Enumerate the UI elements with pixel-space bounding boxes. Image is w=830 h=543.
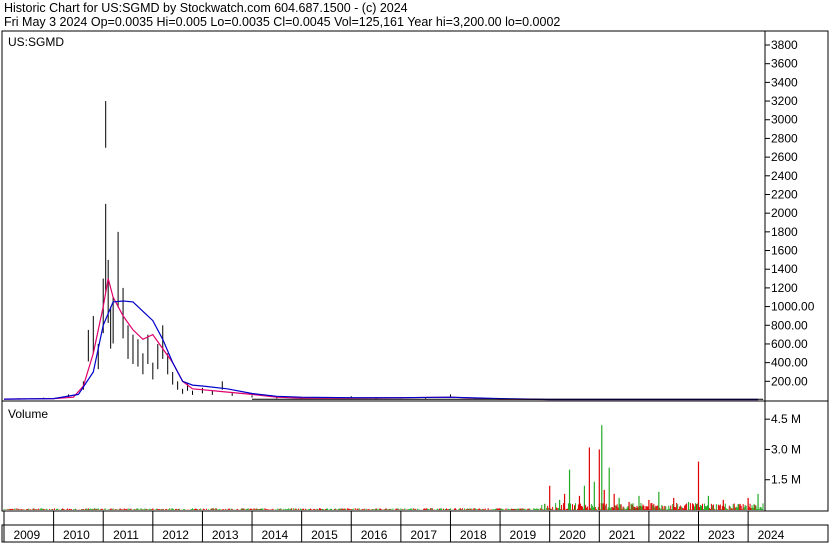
price-y-tick-label: 1000.00 xyxy=(771,300,815,314)
price-panel-frame xyxy=(1,30,829,402)
x-tick-label: 2013 xyxy=(212,528,239,542)
x-tick-label: 2024 xyxy=(758,528,785,542)
x-tick-label: 2014 xyxy=(261,528,288,542)
price-y-tick-label: 2800 xyxy=(771,131,798,145)
x-tick-label: 2020 xyxy=(559,528,586,542)
price-y-tick-label: 1800 xyxy=(771,225,798,239)
long-moving-average-line xyxy=(3,300,758,401)
x-tick-label: 2010 xyxy=(63,528,90,542)
x-tick-label: 2019 xyxy=(510,528,537,542)
x-tick-label: 2009 xyxy=(13,528,40,542)
volume-y-tick-label: 3.0 M xyxy=(771,442,801,456)
volume-y-axis: 4.5 M 3.0 M 1.5 M xyxy=(765,412,801,487)
price-y-axis: 3800 3600 3400 3200 3000 2800 2600 2400 2200 2000… xyxy=(765,38,815,388)
price-y-tick-label: 2000 xyxy=(771,206,798,220)
x-tick-label: 2017 xyxy=(410,528,437,542)
stock-chart: US:SGMD Volume 3800 3600 3400 3200 3000 2800 2… xyxy=(1,30,829,543)
price-y-tick-label: 200.00 xyxy=(771,374,808,388)
price-y-tick-label: 3600 xyxy=(771,57,798,71)
x-tick-label: 2022 xyxy=(658,528,685,542)
x-tick-label: 2016 xyxy=(361,528,388,542)
volume-y-tick-label: 1.5 M xyxy=(771,473,801,487)
volume-panel-title: Volume xyxy=(8,407,48,421)
x-tick-label: 2021 xyxy=(609,528,636,542)
short-moving-average-line xyxy=(3,278,758,401)
price-y-tick-label: 400.00 xyxy=(771,356,808,370)
price-y-tick-label: 3400 xyxy=(771,75,798,89)
x-tick-label: 2011 xyxy=(113,528,139,542)
price-y-tick-label: 600.00 xyxy=(771,337,808,351)
price-bars xyxy=(18,101,764,400)
volume-bars xyxy=(544,425,759,510)
x-tick-label: 2018 xyxy=(460,528,487,542)
volume-y-tick-label: 4.5 M xyxy=(771,412,801,426)
price-y-tick-label: 800.00 xyxy=(771,318,808,332)
price-y-tick-label: 1200 xyxy=(771,281,798,295)
x-axis: 2009 2010 2011 2012 2013 2014 2015 2016 2017 2018… xyxy=(3,511,785,542)
price-y-tick-label: 3800 xyxy=(771,38,798,52)
price-y-tick-label: 3200 xyxy=(771,94,798,108)
volume-panel-frame xyxy=(1,400,829,512)
price-y-tick-label: 2600 xyxy=(771,150,798,164)
price-y-tick-label: 3000 xyxy=(771,113,798,127)
price-y-tick-label: 2200 xyxy=(771,187,798,201)
price-y-tick-label: 1600 xyxy=(771,244,798,258)
price-y-tick-label: 1400 xyxy=(771,262,798,276)
price-y-tick-label: 2400 xyxy=(771,169,798,183)
price-panel-title: US:SGMD xyxy=(8,35,64,49)
x-tick-label: 2012 xyxy=(162,528,189,542)
x-tick-label: 2015 xyxy=(311,528,338,542)
x-tick-label: 2023 xyxy=(708,528,735,542)
